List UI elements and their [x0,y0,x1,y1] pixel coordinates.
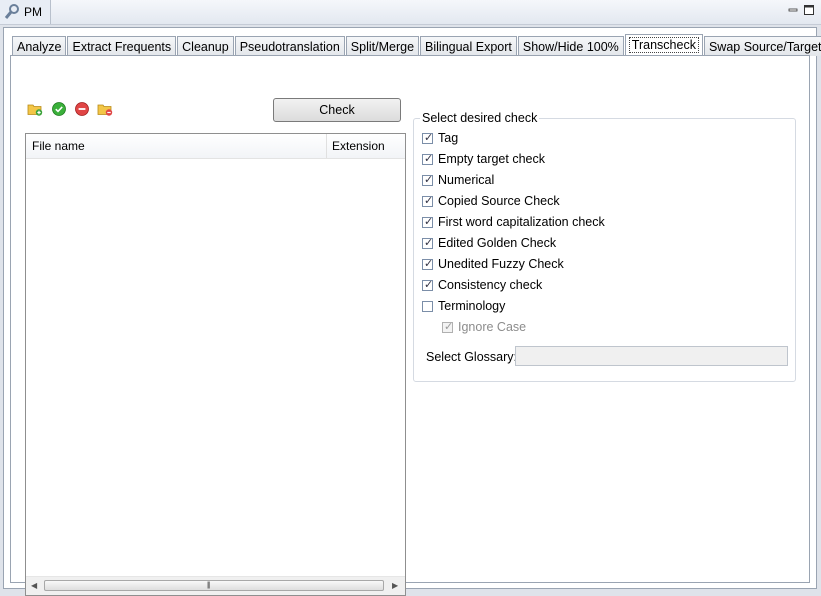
checkbox-label: Copied Source Check [438,194,560,208]
checkbox-label: Tag [438,131,459,145]
remove-folder-icon[interactable] [97,101,113,117]
file-table[interactable]: File name Extension ◀ ||| ▶ [25,133,406,596]
add-folder-icon[interactable] [27,101,43,117]
checkbox-box[interactable]: ✓ [422,257,434,270]
checkbox-numerical[interactable]: ✓ Numerical [422,171,494,189]
glossary-label: Select Glossary: [426,350,518,364]
checkbox-consistency[interactable]: ✓ Consistency check [422,276,542,294]
checkmark-icon: ✓ [424,131,434,144]
tab-analyze[interactable]: Analyze [12,36,67,56]
checkbox-label: Empty target check [438,152,545,166]
check-icon[interactable] [51,101,67,117]
checkmark-icon: ✓ [424,278,434,291]
checkmark-icon: ✓ [444,320,454,333]
window-title: PM [24,5,42,19]
checkbox-label: Terminology [438,299,506,313]
checkbox-copied-source[interactable]: ✓ Copied Source Check [422,192,560,210]
tab-pseudotranslation[interactable]: Pseudotranslation [234,36,345,56]
table-header: File name Extension [26,134,405,159]
view-tab-pm[interactable]: PM [0,0,51,24]
checkbox-label: Unedited Fuzzy Check [438,257,564,271]
horizontal-scrollbar[interactable]: ◀ ||| ▶ [26,576,405,595]
checkmark-icon: ✓ [424,194,434,207]
checkmark-icon: ✓ [424,215,434,228]
checkbox-label: Ignore Case [458,320,527,334]
checkmark-icon: ✓ [424,236,434,249]
checkmark-icon: ✓ [424,257,434,270]
checkbox-empty-target[interactable]: ✓ Empty target check [422,150,545,168]
main-panel: Analyze Extract Frequents Cleanup Pseudo… [3,27,821,596]
checkbox-box[interactable]: ✓ [422,278,434,291]
checkbox-terminology[interactable]: Terminology [422,297,505,315]
checkbox-box[interactable]: ✓ [422,173,434,186]
column-header-extension[interactable]: Extension [332,139,385,153]
checkbox-label: Edited Golden Check [438,236,557,250]
checkbox-ignore-case: ✓ Ignore Case [442,318,526,336]
checkbox-box[interactable]: ✓ [422,152,434,165]
checks-group-legend: Select desired check [420,111,540,125]
checkmark-icon: ✓ [424,173,434,186]
tab-cleanup[interactable]: Cleanup [177,36,234,56]
title-bar: PM [0,0,821,25]
checkbox-edited-golden[interactable]: ✓ Edited Golden Check [422,234,556,252]
checkbox-box: ✓ [442,320,454,333]
tools-icon [4,4,19,19]
minimize-icon[interactable] [787,4,799,16]
checkbox-box[interactable]: ✓ [422,236,434,249]
column-divider[interactable] [326,134,327,158]
checkbox-box[interactable]: ✓ [422,215,434,228]
checkbox-box[interactable]: ✓ [422,194,434,207]
tab-strip: Analyze Extract Frequents Cleanup Pseudo… [12,34,821,56]
checkbox-label: First word capitalization check [438,215,605,229]
checkbox-box[interactable] [422,300,433,312]
scrollbar-thumb[interactable]: ||| [44,580,384,591]
tab-extract-frequents[interactable]: Extract Frequents [67,36,177,56]
column-header-file-name[interactable]: File name [32,139,85,153]
tab-swap-source-target[interactable]: Swap Source/Target [703,36,821,56]
check-button[interactable]: Check [273,98,401,122]
tab-transcheck[interactable]: Transcheck [624,34,703,56]
checkbox-tag[interactable]: ✓ Tag [422,129,458,147]
checkbox-first-word-capitalization[interactable]: ✓ First word capitalization check [422,213,605,231]
scroll-left-icon[interactable]: ◀ [31,581,37,590]
grip-icon: ||| [207,582,211,589]
maximize-icon[interactable] [803,4,815,16]
checkmark-icon: ✓ [424,152,434,165]
tab-split-merge[interactable]: Split/Merge [345,36,420,56]
checkbox-box[interactable]: ✓ [422,131,434,144]
checkbox-label: Numerical [438,173,495,187]
tab-bilingual-export[interactable]: Bilingual Export [420,36,517,56]
checkbox-label: Consistency check [438,278,543,292]
tab-show-hide-100[interactable]: Show/Hide 100% [517,36,624,56]
checkbox-unedited-fuzzy[interactable]: ✓ Unedited Fuzzy Check [422,255,564,273]
glossary-field[interactable] [515,346,788,366]
remove-icon[interactable] [74,101,90,117]
scroll-right-icon[interactable]: ▶ [392,581,398,590]
